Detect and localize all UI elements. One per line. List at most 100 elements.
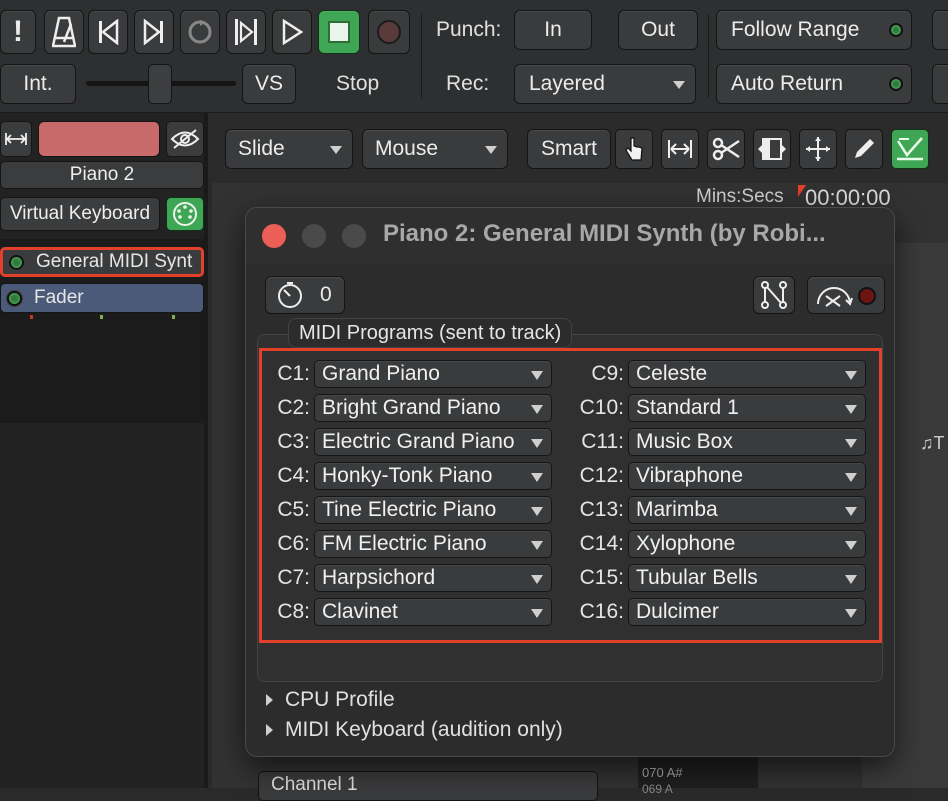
punch-label: Punch: xyxy=(436,18,502,41)
latency-button[interactable]: 0 xyxy=(265,276,345,314)
loop-icon xyxy=(188,20,212,44)
track-color-button[interactable] xyxy=(38,121,160,157)
program-dropdown[interactable]: Standard 1 xyxy=(628,394,866,422)
track-name-button[interactable]: Piano 2 xyxy=(0,161,204,189)
chevron-down-icon xyxy=(845,507,857,516)
midi-input-button[interactable] xyxy=(166,197,204,231)
punch-out-button[interactable]: Out xyxy=(618,10,698,50)
shuttle-slider-handle[interactable] xyxy=(148,64,172,104)
channel-label: C5: xyxy=(277,498,310,521)
plugin-general-midi-synth[interactable]: General MIDI Synt xyxy=(0,247,204,277)
note-label: 070 A# xyxy=(642,765,683,780)
skip-forward-icon xyxy=(143,19,163,45)
plugin-fader[interactable]: Fader xyxy=(0,283,204,313)
range-tool-button[interactable] xyxy=(661,129,699,169)
bypass-button[interactable] xyxy=(807,276,885,314)
cut-tool-button[interactable] xyxy=(707,129,745,169)
close-window-button[interactable] xyxy=(262,224,286,248)
internal-edit-tool-button[interactable] xyxy=(891,129,929,169)
program-row: C14: Xylophone xyxy=(572,530,866,558)
program-value: Standard 1 xyxy=(636,396,739,419)
program-dropdown[interactable]: Clavinet xyxy=(314,598,552,626)
program-dropdown[interactable]: Grand Piano xyxy=(314,360,552,388)
chevron-down-icon xyxy=(531,439,543,448)
goto-start-button[interactable] xyxy=(88,10,128,54)
panic-button[interactable]: ! xyxy=(0,10,36,54)
editor-mixer-strip: Piano 2 Virtual Keyboard General MIDI Sy… xyxy=(0,113,208,788)
stretch-tool-button[interactable] xyxy=(753,129,791,169)
smart-mode-button[interactable]: Smart xyxy=(527,129,611,169)
program-dropdown[interactable]: Tine Electric Piano xyxy=(314,496,552,524)
program-dropdown[interactable]: Electric Grand Piano xyxy=(314,428,552,456)
width-icon xyxy=(5,133,27,145)
channel-label: C1: xyxy=(277,362,310,385)
record-button[interactable] xyxy=(368,10,410,54)
edit-toolbar: Slide Mouse Smart Mins:Secs 00:00:00 xyxy=(215,113,948,210)
audition-tool-button[interactable] xyxy=(799,129,837,169)
stopwatch-icon xyxy=(278,282,302,308)
routing-icon xyxy=(761,281,787,309)
disclosure-triangle-icon xyxy=(266,724,273,736)
program-row: C7: Harpsichord xyxy=(272,564,552,592)
program-dropdown[interactable]: Vibraphone xyxy=(628,462,866,490)
toolbar-overflow-button-2[interactable] xyxy=(932,64,948,104)
virtual-keyboard-button[interactable]: Virtual Keyboard xyxy=(0,197,160,231)
note-list: 070 A# 069 A xyxy=(638,757,758,796)
program-dropdown[interactable]: Harpsichord xyxy=(314,564,552,592)
stop-button[interactable] xyxy=(318,10,360,54)
bypass-gauge-icon xyxy=(817,287,853,307)
channel-label: C15: xyxy=(579,566,624,589)
channel-label: C6: xyxy=(277,532,310,555)
punch-in-button[interactable]: In xyxy=(514,10,592,50)
play-selection-button[interactable] xyxy=(226,10,266,54)
program-dropdown[interactable]: Tubular Bells xyxy=(628,564,866,592)
grab-tool-button[interactable] xyxy=(615,129,653,169)
toolbar-overflow-button[interactable] xyxy=(932,10,948,50)
edit-mode-value: Slide xyxy=(238,137,285,160)
scissors-icon xyxy=(712,137,740,161)
internal-sync-button[interactable]: Int. xyxy=(0,64,76,104)
play-button[interactable] xyxy=(272,10,312,54)
program-dropdown[interactable]: FM Electric Piano xyxy=(314,530,552,558)
draw-tool-button[interactable] xyxy=(845,129,883,169)
midi-keyboard-expander[interactable]: MIDI Keyboard (audition only) xyxy=(266,718,563,742)
channel-label: C12: xyxy=(579,464,624,487)
program-dropdown[interactable]: Marimba xyxy=(628,496,866,524)
chevron-down-icon xyxy=(845,541,857,550)
program-row: C6: FM Electric Piano xyxy=(272,530,552,558)
program-dropdown[interactable]: Dulcimer xyxy=(628,598,866,626)
loop-button[interactable] xyxy=(180,10,220,54)
program-dropdown[interactable]: Xylophone xyxy=(628,530,866,558)
zoom-window-button[interactable] xyxy=(342,224,366,248)
program-value: Honky-Tonk Piano xyxy=(322,464,493,487)
record-icon xyxy=(377,20,401,44)
program-dropdown[interactable]: Celeste xyxy=(628,360,866,388)
chevron-down-icon xyxy=(531,609,543,618)
channel-dropdown[interactable]: Channel 1 xyxy=(258,771,598,801)
program-dropdown[interactable]: Honky-Tonk Piano xyxy=(314,462,552,490)
goto-end-button[interactable] xyxy=(134,10,174,54)
hide-track-button[interactable] xyxy=(166,121,204,157)
strip-width-button[interactable] xyxy=(0,121,32,157)
cpu-profile-expander[interactable]: CPU Profile xyxy=(266,688,395,712)
hand-pointer-icon xyxy=(625,137,643,161)
chevron-down-icon xyxy=(845,371,857,380)
chevron-down-icon xyxy=(531,507,543,516)
edit-point-dropdown[interactable]: Mouse xyxy=(362,129,508,169)
minimize-window-button[interactable] xyxy=(302,224,326,248)
rec-mode-dropdown[interactable]: Layered xyxy=(514,64,696,104)
metronome-button[interactable] xyxy=(44,10,84,54)
program-row: C16: Dulcimer xyxy=(572,598,866,626)
meter-tick xyxy=(172,315,175,319)
follow-range-button[interactable]: Follow Range xyxy=(716,10,912,50)
varispeed-button[interactable]: VS xyxy=(242,64,296,104)
edit-mode-dropdown[interactable]: Slide xyxy=(225,129,353,169)
auto-return-button[interactable]: Auto Return xyxy=(716,64,912,104)
pin-connections-button[interactable] xyxy=(753,276,795,314)
chevron-down-icon xyxy=(330,146,342,154)
program-dropdown[interactable]: Music Box xyxy=(628,428,866,456)
pencil-icon xyxy=(855,139,874,158)
program-dropdown[interactable]: Bright Grand Piano xyxy=(314,394,552,422)
program-row: C10: Standard 1 xyxy=(572,394,866,422)
chevron-down-icon xyxy=(845,609,857,618)
